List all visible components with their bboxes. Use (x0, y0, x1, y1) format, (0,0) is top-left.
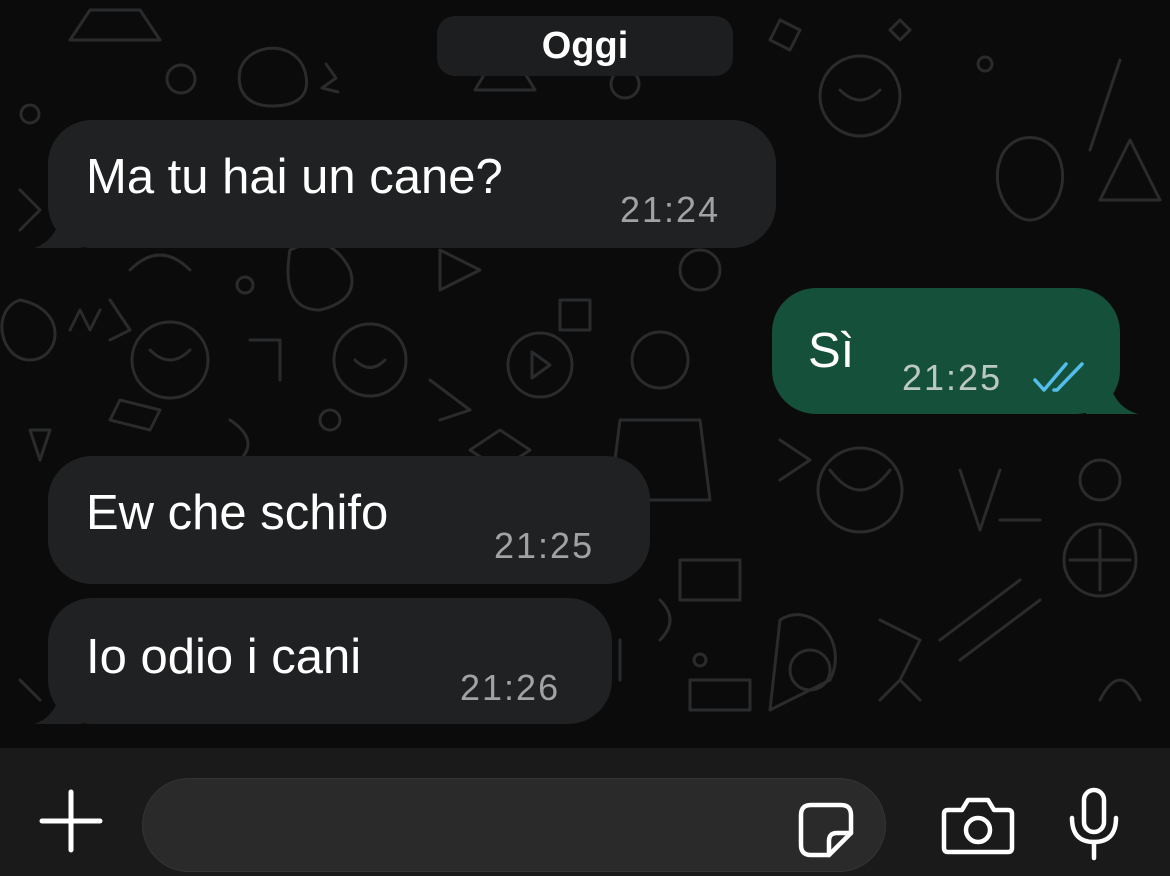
microphone-icon[interactable] (1066, 786, 1122, 862)
chat-background: Oggi Ma tu hai un cane? 21:24 Sì 21:25 E… (0, 0, 1170, 748)
message-time: 21:25 (494, 525, 595, 566)
message-time: 21:25 (902, 357, 1003, 398)
read-receipt-icon (1033, 362, 1084, 392)
message-text: Ew che schifo (86, 486, 389, 540)
message-bubble-incoming[interactable]: Ma tu hai un cane? 21:24 (48, 120, 776, 248)
message-bubble-incoming[interactable]: Ew che schifo 21:25 (48, 456, 650, 584)
message-bubble-incoming[interactable]: Io odio i cani 21:26 (48, 598, 612, 724)
message-text: Ma tu hai un cane? (86, 150, 503, 204)
composer-bar (0, 748, 1170, 876)
message-text: Io odio i cani (86, 630, 362, 684)
sticker-icon[interactable] (797, 801, 855, 859)
date-divider: Oggi (437, 16, 733, 76)
message-bubble-outgoing[interactable]: Sì 21:25 (772, 288, 1120, 414)
camera-icon[interactable] (940, 796, 1016, 856)
message-time: 21:24 (620, 189, 721, 230)
message-input-field[interactable] (142, 778, 886, 872)
message-input[interactable] (173, 799, 797, 853)
plus-icon[interactable] (38, 788, 104, 854)
message-time: 21:26 (460, 667, 561, 708)
message-text: Sì (808, 324, 855, 378)
